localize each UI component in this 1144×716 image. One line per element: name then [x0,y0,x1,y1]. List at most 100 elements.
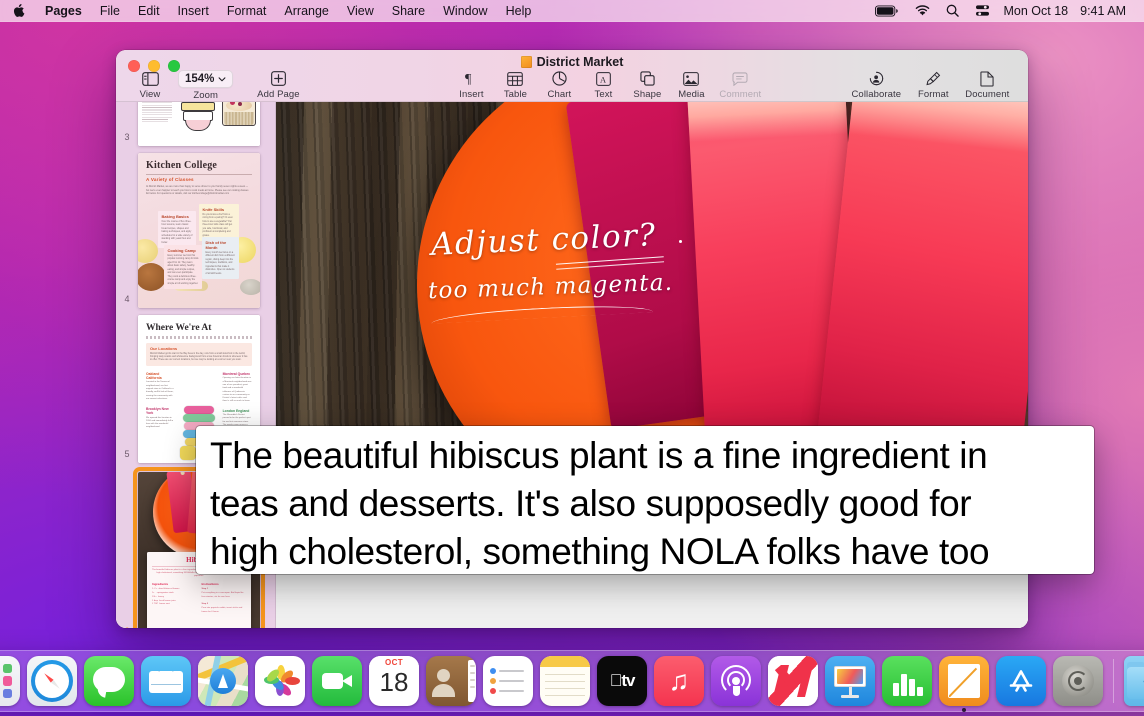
page4-title: Kitchen College [146,160,218,171]
divider [146,336,252,339]
dock-item-numbers[interactable] [882,656,932,706]
window-titlebar: District Market View 154% Zoom Add Page … [116,50,1028,102]
svg-text:A: A [600,75,606,84]
notes-icon [540,656,590,706]
dock-item-keynote[interactable] [825,656,875,706]
sidebar-panel-icon [141,70,159,87]
menu-item-format[interactable]: Format [218,2,276,20]
downloads-folder-icon [1124,656,1144,706]
page4-card: Knife Skills Do you know a chef from a n… [199,204,239,242]
menu-bar-time[interactable]: 9:41 AM [1074,4,1132,18]
comment-button[interactable]: Comment [713,70,767,100]
thumbnail-image[interactable] [138,102,260,146]
menu-item-share[interactable]: Share [383,2,434,20]
locations-body: District Market got its start in the Bay… [150,352,248,362]
menu-item-edit[interactable]: Edit [129,2,169,20]
calendar-day: 18 [379,667,409,697]
toolbar-center-group: ¶ Insert Table Chart A Text Shape Media … [449,70,767,100]
menu-item-help[interactable]: Help [497,2,541,20]
page4-body: At District Market, we are more than hap… [146,185,249,196]
dock-item-photos[interactable] [255,656,305,706]
table-grid-icon [507,70,524,87]
thumbnail-page-4[interactable]: 4 Kitchen College A Variety of Classes A… [116,153,275,308]
dock-item-music[interactable]: ♫ [654,656,704,706]
appstore-icon [996,656,1046,706]
apple-logo-icon[interactable] [0,3,36,18]
thumbnail-number: 4 [124,294,130,304]
dock-item-tv[interactable]: tv [597,656,647,706]
menu-bar: Pages File Edit Insert Format Arrange Vi… [0,0,1144,22]
hover-text-line: high cholesterol, something NOLA folks h… [210,531,990,572]
zoom-pill[interactable]: 154% [178,70,234,88]
control-center-icon[interactable] [967,2,998,20]
collaborate-person-icon [868,70,885,87]
thumbnail-image[interactable]: Kitchen College A Variety of Classes At … [138,153,260,308]
toolbar-left-group: View 154% Zoom Add Page [128,70,307,101]
dock-item-mail[interactable] [141,656,191,706]
thumbnail-number: 3 [124,132,130,142]
dock-item-maps[interactable] [198,656,248,706]
location-body: Located in the Temescal neighborhood, ou… [146,381,174,400]
chart-button[interactable]: Chart [537,70,581,100]
menu-item-window[interactable]: Window [434,2,496,20]
battery-icon[interactable] [867,2,907,20]
dock-item-appstore[interactable] [996,656,1046,706]
view-button[interactable]: View [128,70,172,100]
dock[interactable]: OCT 18 tv ♫ [0,650,1144,712]
page4-subtitle: A Variety of Classes [146,177,194,182]
media-label: Media [678,89,705,100]
menu-bar-date[interactable]: Mon Oct 18 [998,4,1075,18]
collaborate-button[interactable]: Collaborate [843,70,909,100]
dock-item-pages[interactable] [939,656,989,712]
toolbar: View 154% Zoom Add Page ¶ Insert Table C… [116,70,1028,102]
document-button[interactable]: Document [957,70,1017,100]
popsicle-photo[interactable]: Adjust color? too much magenta. [276,102,1028,432]
menu-item-pages[interactable]: Pages [36,2,91,20]
dock-item-safari[interactable] [27,656,77,706]
chevron-down-icon [218,76,226,81]
format-button[interactable]: Format [909,70,957,100]
menu-item-arrange[interactable]: Arrange [275,2,337,20]
shapes-icon [640,70,655,87]
menu-item-file[interactable]: File [91,2,129,20]
annotation-dot [679,240,682,243]
table-label: Table [503,89,528,100]
dock-item-facetime[interactable] [312,656,362,706]
media-button[interactable]: Media [669,70,713,100]
document-label: Document [965,89,1010,100]
calendar-icon: OCT 18 [369,656,419,706]
card-title: Dish of the Month [205,240,227,250]
dock-item-messages[interactable] [84,656,134,706]
insert-button[interactable]: ¶ Insert [449,70,493,100]
page4-card: Cooking Camp Every summer we host this p… [164,245,202,289]
dock-item-notes[interactable] [540,656,590,706]
shape-button[interactable]: Shape [625,70,669,100]
dock-item-calendar[interactable]: OCT 18 [369,656,419,706]
page-4-preview: Kitchen College A Variety of Classes At … [138,153,260,308]
dock-item-news[interactable] [768,656,818,706]
dock-item-launchpad[interactable] [0,656,20,706]
plus-square-icon [271,70,286,87]
page4-card: Dish of the Month Every month we focus o… [202,237,239,280]
launchpad-icon [0,656,20,706]
zoom-control[interactable]: 154% Zoom [172,70,239,101]
divider [146,173,252,174]
dock-item-reminders[interactable] [483,656,533,706]
calendar-month: OCT [384,658,404,667]
add-page-button[interactable]: Add Page [249,70,307,100]
text-button[interactable]: A Text [581,70,625,100]
search-icon[interactable] [938,2,967,20]
comment-label: Comment [719,89,762,100]
collaborate-label: Collaborate [851,89,902,100]
dock-item-podcasts[interactable] [711,656,761,706]
dock-item-contacts[interactable] [426,656,476,706]
appletv-icon: tv [597,656,647,706]
system-settings-icon [1053,656,1103,706]
dock-item-downloads[interactable] [1124,656,1144,706]
menu-item-view[interactable]: View [338,2,383,20]
dock-item-system-settings[interactable] [1053,656,1103,706]
wifi-icon[interactable] [907,2,938,20]
thumbnail-page-3[interactable]: 3 [116,102,275,146]
menu-item-insert[interactable]: Insert [169,2,218,20]
table-button[interactable]: Table [493,70,537,100]
